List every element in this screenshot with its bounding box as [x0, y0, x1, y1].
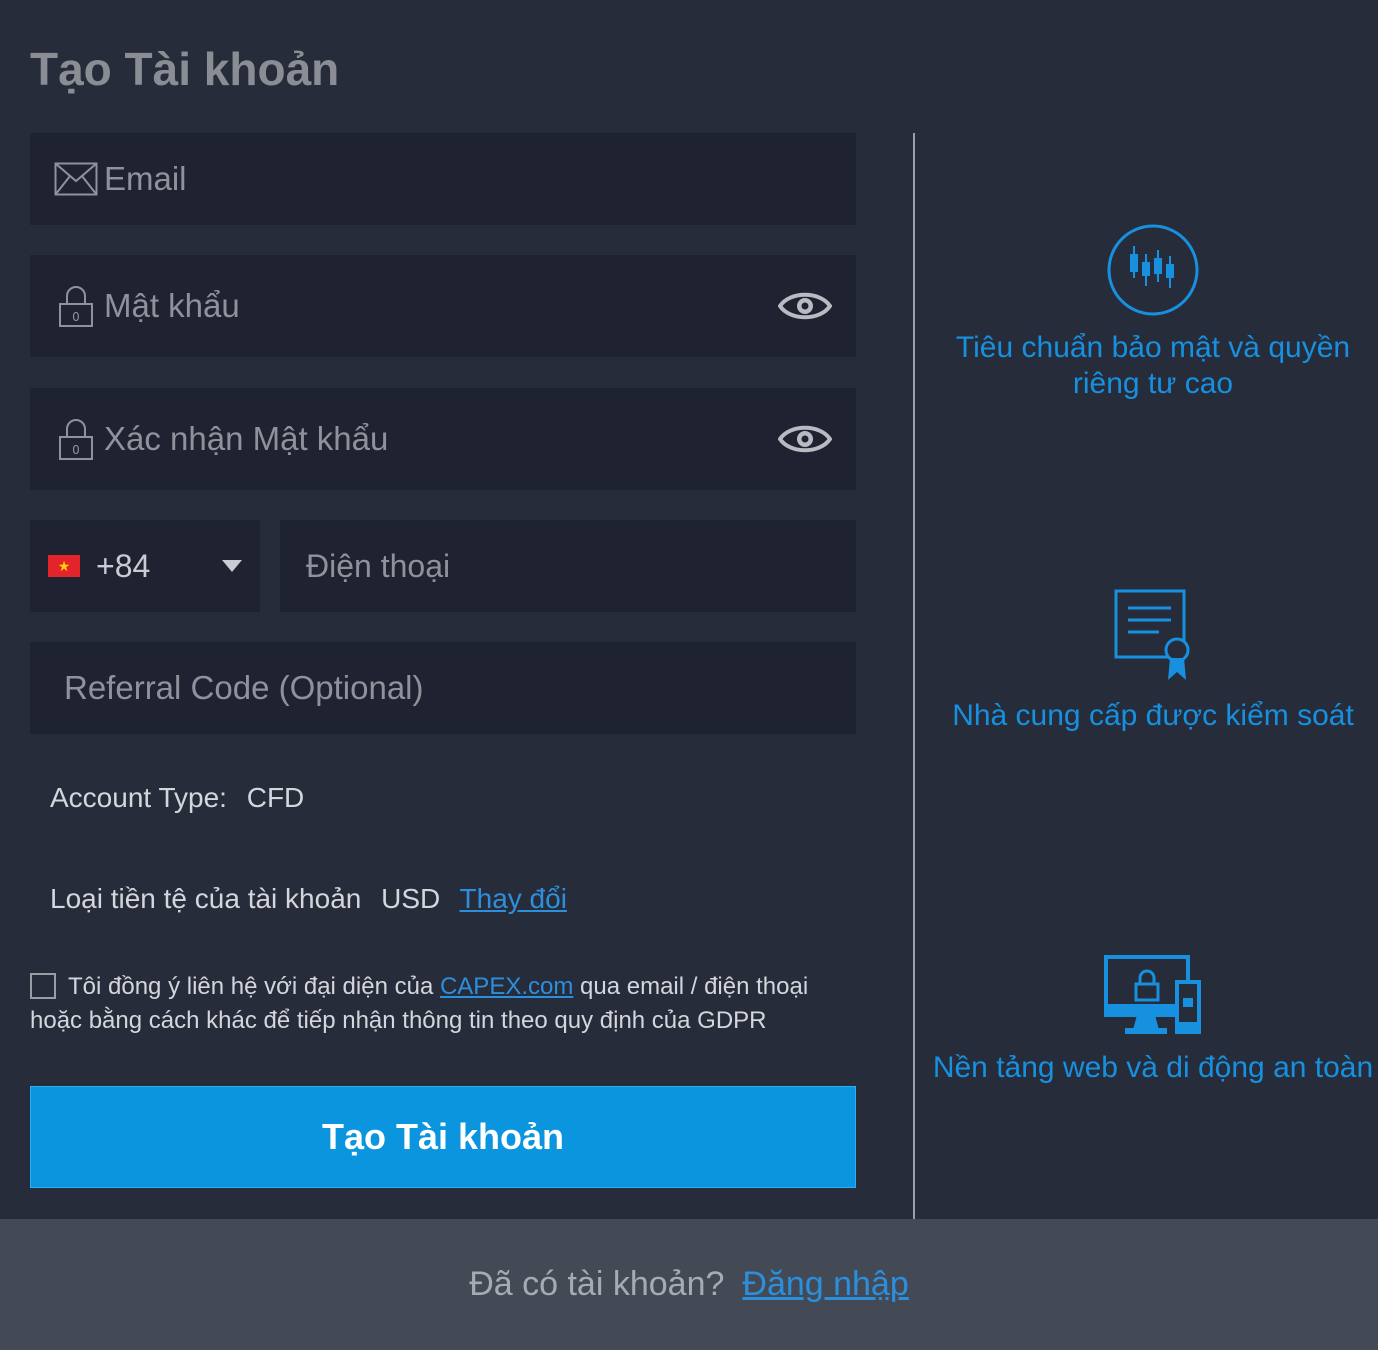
- create-account-button[interactable]: Tạo Tài khoản: [30, 1086, 856, 1188]
- email-placeholder: Email: [104, 160, 187, 197]
- login-question: Đã có tài khoản?: [469, 1265, 725, 1303]
- gdpr-consent: Tôi đồng ý liên hệ với đại diện của CAPE…: [30, 970, 860, 1038]
- currency-label: Loại tiền tệ của tài khoản: [50, 883, 362, 914]
- vietnam-flag-icon: ★: [48, 555, 80, 577]
- referral-placeholder: Referral Code (Optional): [64, 669, 424, 706]
- feature-security: Tiêu chuẩn bảo mật và quyền riêng tư cao: [930, 224, 1376, 402]
- confirm-password-placeholder: Xác nhận Mật khẩu: [104, 420, 389, 457]
- login-footer: Đã có tài khoản? Đăng nhập: [0, 1219, 1378, 1350]
- page-title: Tạo Tài khoản: [30, 43, 340, 95]
- password-field[interactable]: 0 Mật khẩu: [30, 255, 856, 357]
- lock-icon: 0: [59, 419, 93, 460]
- signup-page: Tạo Tài khoản Email 0 Mật khẩu 0 Xác nhậ…: [0, 0, 1378, 1350]
- feature-platforms: Nền tảng web và di động an toàn: [930, 954, 1376, 1086]
- lock-icon: 0: [59, 286, 93, 327]
- confirm-password-field[interactable]: 0 Xác nhận Mật khẩu: [30, 388, 856, 490]
- password-placeholder: Mật khẩu: [104, 287, 240, 324]
- login-link[interactable]: Đăng nhập: [742, 1265, 908, 1304]
- email-field[interactable]: Email: [30, 133, 856, 225]
- currency-value: USD: [381, 883, 441, 914]
- phone-placeholder: Điện thoại: [306, 547, 451, 584]
- capex-link[interactable]: CAPEX.com: [440, 973, 573, 1000]
- candlestick-chart-icon: [1107, 224, 1199, 316]
- certificate-icon: [1114, 589, 1190, 680]
- feature-security-text: Tiêu chuẩn bảo mật và quyền riêng tư cao: [955, 331, 1351, 400]
- chevron-down-icon: [222, 560, 242, 572]
- feature-regulated-text: Nhà cung cấp được kiểm soát: [952, 699, 1354, 732]
- phone-field[interactable]: Điện thoại: [280, 520, 856, 612]
- svg-text:0: 0: [72, 310, 80, 324]
- consent-text-before: Tôi đồng ý liên hệ với đại diện của: [68, 973, 434, 1000]
- feature-platforms-text: Nền tảng web và di động an toàn: [932, 1051, 1374, 1084]
- country-code-select[interactable]: ★ +84: [30, 520, 260, 612]
- account-type-value: CFD: [246, 782, 305, 813]
- referral-code-field[interactable]: Referral Code (Optional): [30, 642, 856, 734]
- secure-devices-icon: [1104, 955, 1201, 1034]
- change-currency-link[interactable]: Thay đổi: [460, 883, 567, 914]
- svg-text:0: 0: [72, 443, 80, 457]
- envelope-icon: [54, 162, 98, 196]
- country-code-value: +84: [96, 547, 151, 584]
- account-type-label: Account Type:: [50, 782, 227, 813]
- consent-checkbox[interactable]: [30, 973, 56, 999]
- vertical-divider: [913, 133, 915, 1219]
- eye-icon[interactable]: [778, 421, 832, 457]
- currency-row: Loại tiền tệ của tài khoản USD Thay đổi: [50, 883, 567, 915]
- eye-icon[interactable]: [778, 288, 832, 324]
- account-type-row: Account Type: CFD: [50, 782, 304, 814]
- feature-regulated: Nhà cung cấp được kiểm soát: [930, 588, 1376, 734]
